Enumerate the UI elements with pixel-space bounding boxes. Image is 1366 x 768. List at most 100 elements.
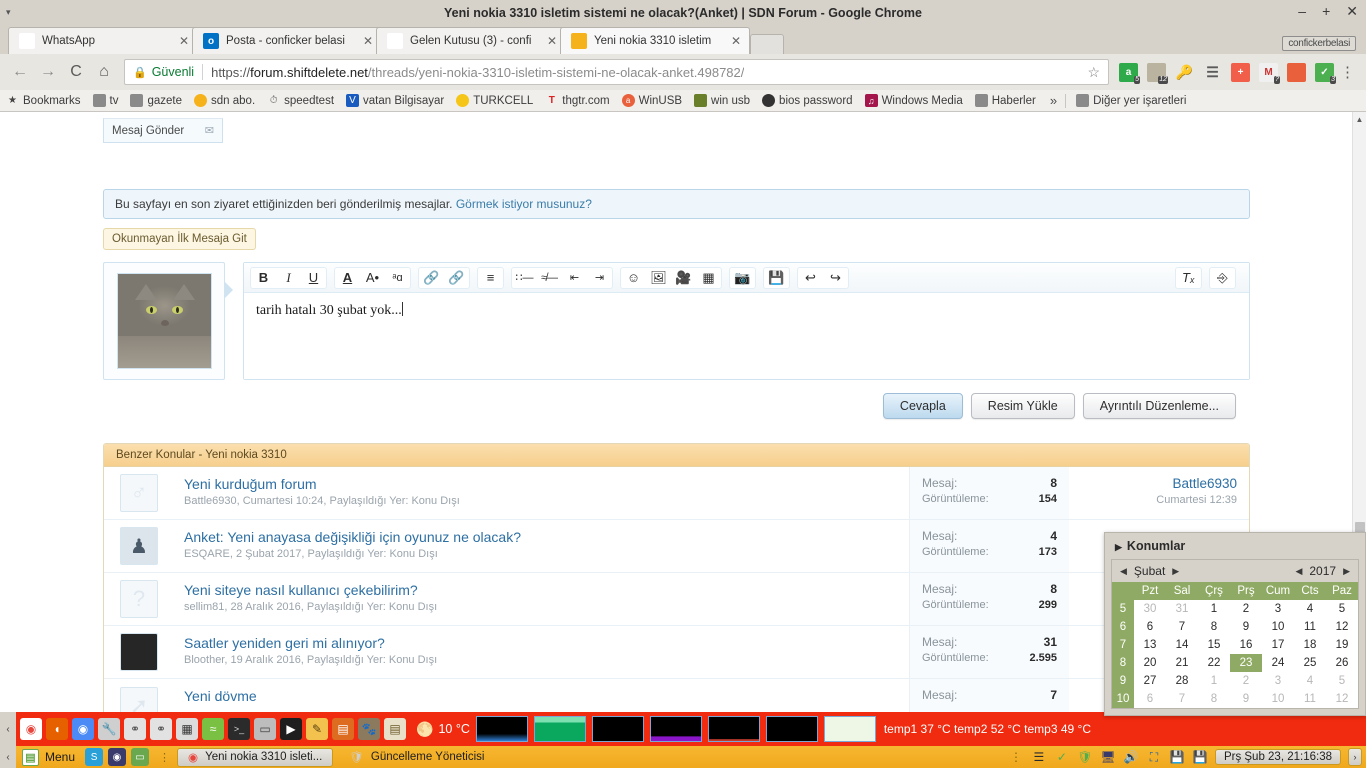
next-year-icon[interactable]: ▶ xyxy=(1343,566,1350,577)
calendar-day[interactable]: 18 xyxy=(1294,636,1326,654)
insert-link-icon[interactable]: 🔗 xyxy=(419,267,444,288)
minimize-button[interactable]: – xyxy=(1298,2,1306,20)
calendar-day[interactable]: 16 xyxy=(1230,636,1262,654)
prev-year-icon[interactable]: ◀ xyxy=(1295,566,1302,577)
calendar-day[interactable]: 3 xyxy=(1262,672,1294,690)
calendar-day[interactable]: 7 xyxy=(1166,690,1198,708)
browser-quicklaunch-icon[interactable]: ◉ xyxy=(108,748,127,766)
calendar-day[interactable]: 6 xyxy=(1134,690,1166,708)
redo-icon[interactable]: ↪ xyxy=(823,267,848,288)
calendar-day[interactable]: 28 xyxy=(1166,672,1198,690)
disk-tray-icon[interactable]: 💾 xyxy=(1169,749,1185,765)
calendar-day[interactable]: 31 xyxy=(1166,600,1198,618)
scroll-up-icon[interactable]: ▲ xyxy=(1353,112,1366,126)
key-extension-icon[interactable]: 🔑 xyxy=(1175,63,1194,82)
firefox-dock-icon[interactable]: ◖ xyxy=(46,718,68,740)
presentation-dock-icon[interactable]: ▤ xyxy=(332,718,354,740)
profile-name-chip[interactable]: confickerbelasi xyxy=(1282,36,1356,51)
bookmark-haberler[interactable]: Haberler xyxy=(974,94,1036,107)
calendar-day[interactable]: 1 xyxy=(1198,672,1230,690)
forward-icon[interactable]: → xyxy=(34,58,62,86)
tab-whatsapp[interactable]: ✆ WhatsApp ✕ xyxy=(8,27,198,54)
battery-tray-icon[interactable]: ⛶ xyxy=(1146,749,1162,765)
bookmark-star-icon[interactable]: ☆ xyxy=(1079,64,1100,81)
calendar-day[interactable]: 4 xyxy=(1294,672,1326,690)
table-row[interactable]: ♟ Anket: Yeni anayasa değişikliği için o… xyxy=(104,520,1249,573)
video-player-dock-icon[interactable]: ▶ xyxy=(280,718,302,740)
calendar-day[interactable]: 30 xyxy=(1134,600,1166,618)
usb-dock-icon[interactable]: ⚭ xyxy=(124,718,146,740)
address-bar[interactable]: 🔒 Güvenli https://forum.shiftdelete.net/… xyxy=(124,59,1109,85)
italic-icon[interactable]: I xyxy=(276,267,301,288)
tab-gelen-kutusu[interactable]: M Gelen Kutusu (3) - confi ✕ xyxy=(376,27,566,54)
table-row[interactable]: Saatler yeniden geri mi alınıyor? Blooth… xyxy=(104,626,1249,679)
calendar-day[interactable]: 11 xyxy=(1294,690,1326,708)
chrome-menu-icon[interactable]: ⋮ xyxy=(1334,63,1360,81)
bookmark-win-usb[interactable]: win usb xyxy=(694,94,750,107)
new-tab-button[interactable] xyxy=(750,34,784,54)
calendar-day-selected[interactable]: 23 xyxy=(1230,654,1262,672)
taskbar-task-chrome[interactable]: ◉ Yeni nokia 3310 isleti... xyxy=(177,747,334,767)
editor-dock-icon[interactable]: ✎ xyxy=(306,718,328,740)
skype-quicklaunch-icon[interactable]: S xyxy=(85,748,104,766)
shield-tray-icon[interactable]: 🛡 xyxy=(1077,749,1093,765)
thread-title-link[interactable]: Saatler yeniden geri mi alınıyor? xyxy=(184,635,903,651)
display-tray-icon[interactable]: 🖥 xyxy=(1100,749,1116,765)
outdent-icon[interactable]: ⇤ xyxy=(562,267,587,288)
calendar-day[interactable]: 2 xyxy=(1230,600,1262,618)
calendar-day[interactable]: 1 xyxy=(1198,600,1230,618)
calendar-day[interactable]: 21 xyxy=(1166,654,1198,672)
close-icon[interactable]: ✕ xyxy=(729,34,743,48)
reply-button[interactable]: Cevapla xyxy=(882,393,963,419)
start-menu-button[interactable]: ▤ Menu xyxy=(22,748,75,766)
save-draft-icon[interactable]: 💾 xyxy=(764,267,789,288)
settings-dock-icon[interactable]: 🔧 xyxy=(98,718,120,740)
gmail-checker-extension-icon[interactable]: M? xyxy=(1259,62,1280,84)
insert-media-icon[interactable]: 🎥 xyxy=(671,267,696,288)
plus-extension-icon[interactable]: + xyxy=(1231,62,1250,82)
bold-icon[interactable]: B xyxy=(251,267,276,288)
reload-icon[interactable]: C xyxy=(62,58,90,86)
bookmark-speedtest[interactable]: ⏱ speedtest xyxy=(267,94,334,107)
bookmarks-overflow-icon[interactable]: » xyxy=(1050,93,1057,108)
calendar-day[interactable]: 4 xyxy=(1294,600,1326,618)
calculator-dock-icon[interactable]: ▦ xyxy=(176,718,198,740)
flame-extension-icon[interactable] xyxy=(1287,62,1306,82)
toggle-bbcode-icon[interactable]: ⎆ xyxy=(1210,267,1235,288)
calendar-day[interactable]: 20 xyxy=(1134,654,1166,672)
gimp-dock-icon[interactable]: 🐾 xyxy=(358,718,380,740)
tray-expand-icon[interactable]: › xyxy=(1348,748,1362,766)
close-icon[interactable]: ✕ xyxy=(177,34,191,48)
calendar-day[interactable]: 5 xyxy=(1326,600,1358,618)
bookmark-bios-password[interactable]: bios password xyxy=(762,94,853,107)
insert-image-icon[interactable]: 🖼 xyxy=(646,267,671,288)
window-dock-icon[interactable]: ▭ xyxy=(254,718,276,740)
thread-title-link[interactable]: Yeni siteye nasıl kullanıcı çekebilirim? xyxy=(184,582,903,598)
numbered-list-icon[interactable]: ≉— xyxy=(537,267,562,288)
bookmark-thgtr[interactable]: Tthgtr.com xyxy=(545,94,610,107)
last-poster-link[interactable]: Battle6930 xyxy=(1081,476,1237,491)
reply-textarea[interactable]: tarih hatalı 30 şubat yok... xyxy=(244,293,1249,379)
calendar-day[interactable]: 15 xyxy=(1198,636,1230,654)
calendar-day[interactable]: 13 xyxy=(1134,636,1166,654)
taskbar-collapse-button[interactable]: ‹ xyxy=(0,746,16,768)
bookmark-turkcell[interactable]: TURKCELL xyxy=(456,94,533,107)
calendar-day[interactable]: 17 xyxy=(1262,636,1294,654)
network-signal-icon[interactable]: ☰ xyxy=(1031,749,1047,765)
tab-sdn-forum[interactable]: Yeni nokia 3310 isletim ✕ xyxy=(560,27,750,54)
calendar-day[interactable]: 26 xyxy=(1326,654,1358,672)
close-icon[interactable]: ✕ xyxy=(545,34,559,48)
calendar-day[interactable]: 11 xyxy=(1294,618,1326,636)
calendar-day[interactable]: 12 xyxy=(1326,618,1358,636)
indent-icon[interactable]: ⇥ xyxy=(587,267,612,288)
jump-to-first-unread-button[interactable]: Okunmayan İlk Mesaja Git xyxy=(103,228,256,250)
calendar-day[interactable]: 7 xyxy=(1166,618,1198,636)
underline-icon[interactable]: U xyxy=(301,267,326,288)
bookmark-windows-media[interactable]: ♫ Windows Media xyxy=(864,94,963,107)
chrome-preview-thumb[interactable] xyxy=(823,716,876,742)
next-month-icon[interactable]: ▶ xyxy=(1172,566,1179,577)
remove-formatting-icon[interactable]: Tₓ xyxy=(1176,267,1201,288)
calendar-day[interactable]: 12 xyxy=(1326,690,1358,708)
clock[interactable]: Prş Şub 23, 21:16:38 xyxy=(1214,749,1341,765)
calendar-day[interactable]: 10 xyxy=(1262,618,1294,636)
